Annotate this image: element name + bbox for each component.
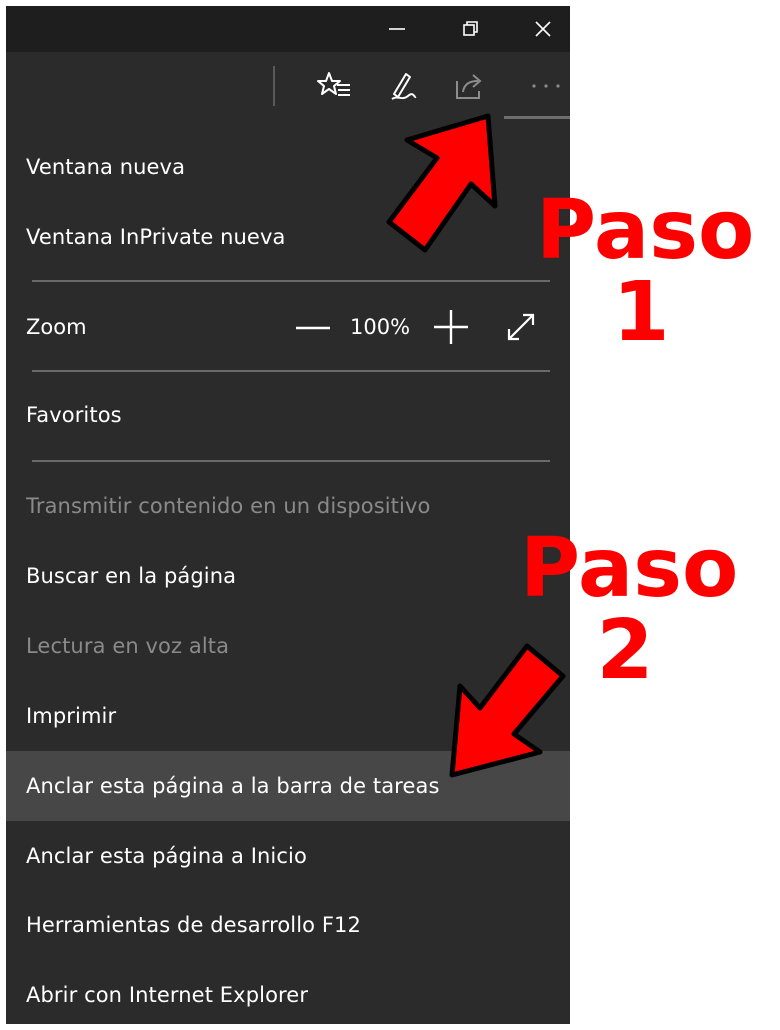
restore-icon	[463, 21, 478, 36]
menu-item-label: Anclar esta página a Inicio	[26, 844, 307, 868]
menu-item-label: Herramientas de desarrollo F12	[26, 913, 361, 937]
share-button[interactable]	[450, 66, 490, 106]
menu-item-label: Buscar en la página	[26, 564, 237, 588]
menu-item-label: Favoritos	[26, 403, 122, 427]
zoom-row: Zoom 100%	[6, 292, 570, 362]
menu-divider	[32, 280, 550, 282]
restore-button[interactable]	[434, 6, 508, 52]
favorites-star-list-icon	[317, 72, 350, 96]
step2-word: Paso	[520, 521, 739, 616]
close-icon	[535, 21, 551, 37]
minimize-button[interactable]	[360, 6, 434, 52]
menu-divider	[32, 370, 550, 372]
step1-word: Paso	[536, 183, 755, 278]
step2-number: 2	[596, 603, 654, 698]
zoom-in-button[interactable]	[432, 308, 470, 346]
menu-divider	[32, 460, 550, 462]
share-icon	[456, 74, 482, 99]
menu-item-label: Ventana nueva	[26, 155, 186, 179]
menu-item-find-on-page[interactable]: Buscar en la página	[6, 541, 570, 611]
step1-arrow-icon	[386, 113, 498, 253]
menu-item-label: Imprimir	[26, 704, 117, 728]
step1-label: Paso 1	[536, 183, 755, 360]
menu-item-favorites[interactable]: Favoritos	[6, 380, 570, 450]
pen-annotate-icon	[391, 73, 417, 100]
fullscreen-button[interactable]	[502, 308, 540, 346]
zoom-label: Zoom	[26, 315, 87, 339]
minimize-icon	[389, 28, 405, 30]
step1-number: 1	[612, 265, 670, 360]
menu-item-label: Abrir con Internet Explorer	[26, 983, 309, 1007]
menu-item-label: Lectura en voz alta	[26, 634, 230, 658]
step2-label: Paso 2	[520, 521, 739, 698]
title-bar	[6, 6, 570, 52]
fullscreen-expand-icon	[507, 313, 535, 341]
menu-item-developer-tools[interactable]: Herramientas de desarrollo F12	[6, 890, 570, 960]
menu-item-cast: Transmitir contenido en un dispositivo	[6, 471, 570, 541]
menu-item-open-with-ie[interactable]: Abrir con Internet Explorer	[6, 960, 570, 1030]
toolbar-separator	[273, 66, 275, 106]
menu-item-label: Anclar esta página a la barra de tareas	[26, 774, 440, 798]
web-note-button[interactable]	[382, 66, 422, 106]
more-active-indicator	[504, 116, 570, 119]
menu-item-label: Transmitir contenido en un dispositivo	[26, 494, 431, 518]
zoom-value: 100%	[350, 315, 411, 339]
menu-item-label: Ventana InPrivate nueva	[26, 225, 286, 249]
close-button[interactable]	[506, 6, 580, 52]
plus-icon	[434, 310, 468, 344]
hub-favorites-button[interactable]	[314, 66, 354, 106]
menu-item-pin-to-start[interactable]: Anclar esta página a Inicio	[6, 821, 570, 891]
more-dots-icon	[532, 84, 560, 88]
settings-more-button[interactable]	[522, 66, 570, 106]
minus-icon	[296, 326, 330, 330]
zoom-out-button[interactable]	[294, 310, 332, 346]
